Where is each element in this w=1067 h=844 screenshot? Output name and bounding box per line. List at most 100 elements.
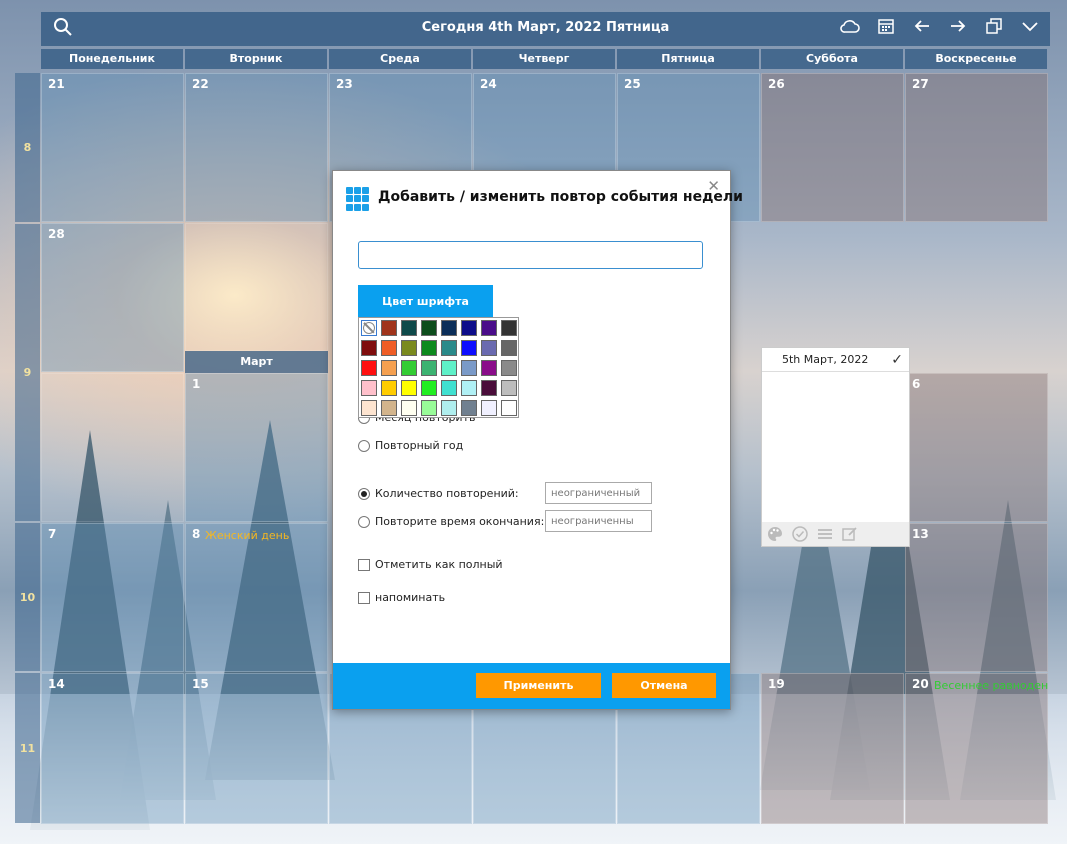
no-color-swatch[interactable] xyxy=(361,320,377,336)
color-swatch[interactable] xyxy=(501,340,517,356)
day-cell[interactable]: 6 xyxy=(905,373,1048,522)
color-swatch[interactable] xyxy=(501,320,517,336)
calendar-icon[interactable] xyxy=(874,17,898,41)
apply-button[interactable]: Применить xyxy=(476,673,601,698)
color-swatch[interactable] xyxy=(481,380,497,396)
day-cell[interactable]: 19 xyxy=(761,673,904,824)
repeat-count-input[interactable] xyxy=(545,482,652,504)
day-cell[interactable]: 8 Женский день xyxy=(185,523,328,672)
color-swatch[interactable] xyxy=(481,400,497,416)
check-circle-icon[interactable] xyxy=(791,525,809,543)
weekday-header: Вторник xyxy=(185,49,327,69)
popup-header: 5th Март, 2022 ✓ xyxy=(762,348,909,372)
chevron-down-icon[interactable] xyxy=(1018,17,1042,41)
event-label[interactable]: Весеннее равноден xyxy=(934,679,1048,692)
day-number: 21 xyxy=(48,77,65,91)
end-time-input[interactable] xyxy=(545,510,652,532)
day-number: 28 xyxy=(48,227,65,241)
arrow-left-icon[interactable] xyxy=(910,17,934,41)
color-swatch[interactable] xyxy=(361,340,377,356)
day-cell[interactable]: 13 xyxy=(905,523,1048,672)
day-number: 20 xyxy=(912,677,929,691)
color-swatch[interactable] xyxy=(501,400,517,416)
end-time-option[interactable]: Повторите время окончания: xyxy=(358,515,544,528)
color-swatch[interactable] xyxy=(461,380,477,396)
day-cell[interactable]: 26 xyxy=(761,73,904,222)
calendar-header: Сегодня 4th Март, 2022 Пятница xyxy=(41,12,1050,46)
color-swatch[interactable] xyxy=(381,320,397,336)
list-icon[interactable] xyxy=(816,525,834,543)
day-cell[interactable]: 28 xyxy=(41,223,184,372)
edit-icon[interactable] xyxy=(841,525,859,543)
day-number: 27 xyxy=(912,77,929,91)
day-cell[interactable]: 20 Весеннее равноден xyxy=(905,673,1048,824)
color-swatch[interactable] xyxy=(441,360,457,376)
color-swatch[interactable] xyxy=(401,400,417,416)
week-number: 9 xyxy=(15,224,40,521)
remind-label: напоминать xyxy=(375,591,446,604)
day-number: 26 xyxy=(768,77,785,91)
end-time-radio[interactable] xyxy=(358,515,370,528)
weekday-header: Четверг xyxy=(473,49,615,69)
cloud-icon[interactable] xyxy=(838,17,862,41)
day-cell[interactable]: 15 xyxy=(185,673,328,824)
event-text-input[interactable] xyxy=(358,241,703,269)
color-swatch[interactable] xyxy=(461,400,477,416)
year-repeat-radio[interactable] xyxy=(358,439,370,452)
popup-note-area[interactable] xyxy=(762,373,909,522)
color-swatch[interactable] xyxy=(361,380,377,396)
color-swatch[interactable] xyxy=(461,340,477,356)
checkmark-icon[interactable]: ✓ xyxy=(891,348,903,372)
day-cell[interactable]: 7 xyxy=(41,523,184,672)
color-swatch[interactable] xyxy=(401,320,417,336)
color-swatch[interactable] xyxy=(441,320,457,336)
color-swatch[interactable] xyxy=(481,320,497,336)
remind-option[interactable]: напоминать xyxy=(358,591,445,604)
day-cell[interactable]: 27 xyxy=(905,73,1048,222)
color-swatch[interactable] xyxy=(421,360,437,376)
arrow-right-icon[interactable] xyxy=(946,17,970,41)
mark-complete-checkbox[interactable] xyxy=(358,558,370,571)
repeat-count-label: Количество повторений: xyxy=(375,487,519,500)
color-swatch[interactable] xyxy=(381,380,397,396)
day-number: 19 xyxy=(768,677,785,691)
color-swatch[interactable] xyxy=(421,400,437,416)
color-swatch[interactable] xyxy=(361,360,377,376)
color-swatch[interactable] xyxy=(481,360,497,376)
color-swatch[interactable] xyxy=(401,340,417,356)
color-swatch[interactable] xyxy=(441,340,457,356)
repeat-count-radio[interactable] xyxy=(358,487,370,500)
day-number: 23 xyxy=(336,77,353,91)
cancel-button[interactable]: Отмена xyxy=(612,673,716,698)
repeat-count-option[interactable]: Количество повторений: xyxy=(358,487,519,500)
color-swatch[interactable] xyxy=(381,340,397,356)
day-cell[interactable]: 21 xyxy=(41,73,184,222)
color-swatch[interactable] xyxy=(361,400,377,416)
copy-icon[interactable] xyxy=(982,17,1006,41)
color-swatch[interactable] xyxy=(401,380,417,396)
color-swatch[interactable] xyxy=(461,320,477,336)
color-swatch[interactable] xyxy=(501,380,517,396)
weekday-header-row: Понедельник Вторник Среда Четверг Пятниц… xyxy=(41,49,1050,69)
color-swatch[interactable] xyxy=(381,360,397,376)
day-cell[interactable]: 14 xyxy=(41,673,184,824)
color-swatch[interactable] xyxy=(441,400,457,416)
day-cell[interactable]: 22 xyxy=(185,73,328,222)
palette-icon[interactable] xyxy=(766,525,784,543)
remind-checkbox[interactable] xyxy=(358,591,370,604)
color-swatch[interactable] xyxy=(501,360,517,376)
color-swatch[interactable] xyxy=(381,400,397,416)
color-swatch[interactable] xyxy=(421,320,437,336)
color-swatch[interactable] xyxy=(421,340,437,356)
color-swatch[interactable] xyxy=(421,380,437,396)
event-label[interactable]: Женский день xyxy=(205,529,289,542)
color-swatch[interactable] xyxy=(441,380,457,396)
color-swatch[interactable] xyxy=(481,340,497,356)
year-repeat-option[interactable]: Повторный год xyxy=(358,439,463,452)
color-swatch[interactable] xyxy=(401,360,417,376)
day-cell[interactable]: 1 xyxy=(185,373,328,522)
weekday-header: Воскресенье xyxy=(905,49,1047,69)
mark-complete-option[interactable]: Отметить как полный xyxy=(358,558,503,571)
color-swatch[interactable] xyxy=(461,360,477,376)
font-color-button[interactable]: Цвет шрифта xyxy=(358,285,493,317)
